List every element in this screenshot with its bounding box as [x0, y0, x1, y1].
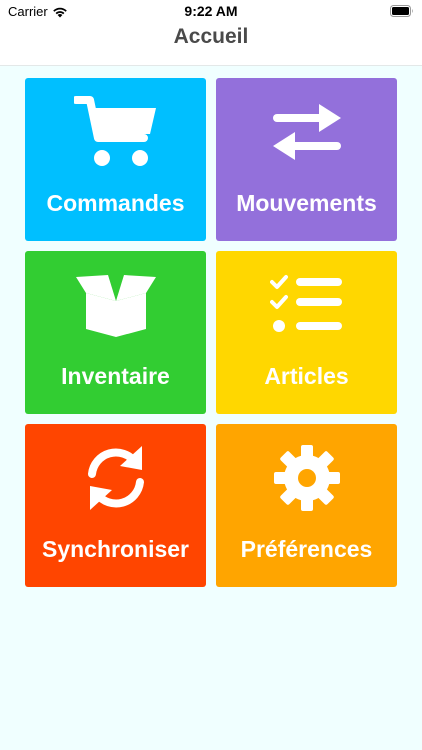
tile-label: Articles — [264, 363, 349, 389]
exchange-arrows-icon — [272, 104, 341, 160]
tile-mouvements[interactable]: Mouvements — [216, 78, 397, 241]
tile-articles[interactable]: Articles — [216, 251, 397, 414]
tile-label: Mouvements — [236, 190, 377, 216]
tile-preferences[interactable]: Préférences — [216, 424, 397, 587]
gear-icon — [273, 445, 340, 511]
tile-inventaire[interactable]: Inventaire — [25, 251, 206, 414]
sync-icon — [87, 446, 144, 510]
tile-commandes[interactable]: Commandes — [25, 78, 206, 241]
tile-synchroniser[interactable]: Synchroniser — [25, 424, 206, 587]
page-title: Accueil — [173, 25, 249, 48]
tile-label: Inventaire — [61, 363, 170, 389]
open-box-icon — [75, 275, 156, 337]
status-time: 9:22 AM — [184, 3, 238, 19]
navigation-bar: Accueil — [0, 22, 422, 66]
battery-icon — [390, 5, 413, 17]
shopping-cart-icon — [73, 96, 156, 166]
status-bar: Carrier 9:22 AM — [0, 0, 422, 22]
checklist-icon — [269, 275, 342, 332]
tile-label: Préférences — [240, 536, 373, 562]
home-screen: Carrier 9:22 AM Accueil Commandes Mouvem… — [0, 0, 422, 750]
tile-label: Synchroniser — [42, 536, 189, 562]
tile-label: Commandes — [46, 190, 185, 216]
